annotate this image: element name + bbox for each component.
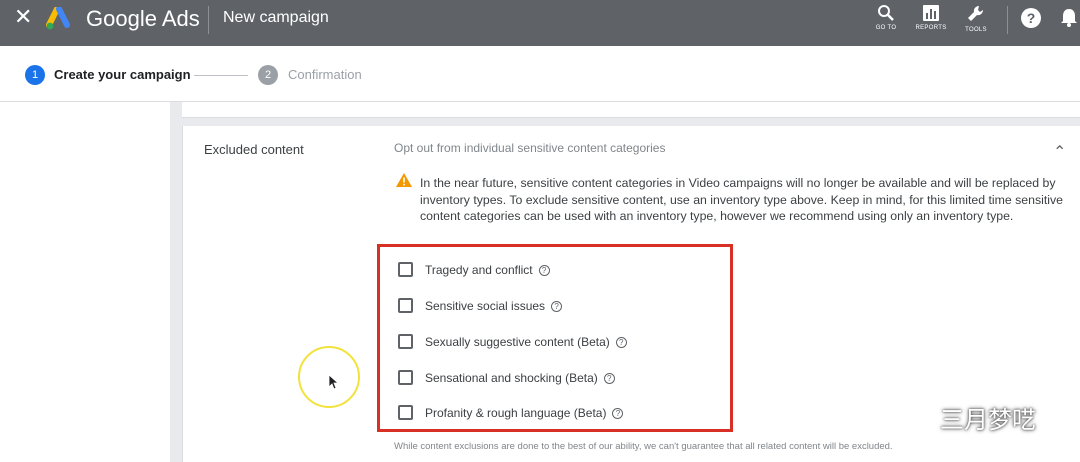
step-connector: [194, 75, 248, 76]
help-icon[interactable]: ?: [1021, 8, 1041, 28]
wrench-icon: [968, 5, 984, 21]
watermark: 三月梦呓: [900, 398, 1036, 434]
help-icon[interactable]: ?: [538, 265, 550, 276]
checkbox[interactable]: [398, 405, 413, 420]
header-divider: [208, 6, 209, 34]
search-icon: [878, 5, 894, 21]
footnote: While content exclusions are done to the…: [394, 441, 893, 452]
option-sensational-and-shocking[interactable]: Sensational and shocking (Beta)?: [398, 369, 718, 389]
option-label: Profanity & rough language (Beta): [425, 406, 607, 420]
reports-button[interactable]: REPORTS: [911, 4, 951, 31]
brand-name: Google Ads: [86, 6, 200, 31]
option-sensitive-social-issues[interactable]: Sensitive social issues?: [398, 297, 718, 317]
section-subtitle: Opt out from individual sensitive conten…: [394, 141, 666, 155]
checkbox[interactable]: [398, 370, 413, 385]
option-label: Sexually suggestive content (Beta): [425, 335, 610, 349]
highlight-box: Tragedy and conflict? Sensitive social i…: [377, 244, 733, 432]
page-title: New campaign: [223, 9, 329, 26]
warning-icon: [396, 173, 412, 187]
checkbox[interactable]: [398, 298, 413, 313]
step-2-number[interactable]: 2: [258, 65, 278, 85]
option-sexually-suggestive-content[interactable]: Sexually suggestive content (Beta)?: [398, 333, 718, 353]
step-1-number[interactable]: 1: [25, 65, 45, 85]
tools-button[interactable]: TOOLS: [956, 4, 996, 33]
google-ads-logo: [46, 7, 70, 30]
goto-button[interactable]: GO TO: [866, 4, 906, 31]
watermark-text: 三月梦呓: [940, 406, 1036, 434]
wechat-icon: [901, 400, 933, 425]
help-icon[interactable]: ?: [603, 373, 615, 384]
close-icon[interactable]: ✕: [14, 6, 32, 28]
step-1-label[interactable]: Create your campaign: [54, 67, 191, 82]
stepper: 1 Create your campaign 2 Confirmation: [0, 46, 1080, 102]
option-tragedy-and-conflict[interactable]: Tragedy and conflict?: [398, 261, 718, 281]
left-panel: [0, 102, 170, 462]
warning-message: In the near future, sensitive content ca…: [420, 176, 1063, 223]
tools-label: TOOLS: [965, 27, 987, 33]
top-bar: ✕ Google Ads New campaign GO TO REPORTS …: [0, 0, 1080, 46]
option-label: Sensational and shocking (Beta): [425, 371, 598, 385]
option-label: Tragedy and conflict: [425, 263, 533, 277]
collapse-chevron-icon[interactable]: ⌃: [1053, 142, 1066, 162]
reports-icon: [923, 5, 939, 21]
step-2-label[interactable]: Confirmation: [288, 67, 362, 82]
option-profanity-rough-language[interactable]: Profanity & rough language (Beta)?: [398, 404, 718, 424]
header-divider-right: [1007, 6, 1008, 34]
notifications-bell-icon[interactable]: [1060, 8, 1078, 28]
help-icon[interactable]: ?: [615, 337, 627, 348]
help-icon[interactable]: ?: [612, 408, 624, 419]
option-label: Sensitive social issues: [425, 299, 546, 313]
help-icon[interactable]: ?: [551, 301, 563, 312]
goto-label: GO TO: [875, 25, 897, 31]
checkbox[interactable]: [398, 334, 413, 349]
reports-label: REPORTS: [915, 25, 947, 31]
mouse-cursor-icon: [328, 374, 340, 390]
section-label: Excluded content: [204, 142, 304, 157]
checkbox[interactable]: [398, 262, 413, 277]
previous-section-card: [182, 102, 1080, 118]
